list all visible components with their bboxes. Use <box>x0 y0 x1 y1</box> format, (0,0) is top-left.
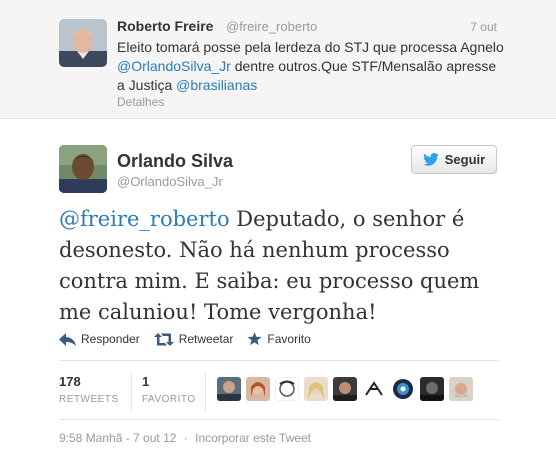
tweet-actions: Responder Retweetar Favorito <box>59 329 325 349</box>
stats-bottom-divider <box>59 419 499 420</box>
retweeter-avatar[interactable] <box>449 377 473 401</box>
retweeter-avatar[interactable] <box>391 377 415 401</box>
mention-freire-roberto[interactable]: @freire_roberto <box>59 207 230 231</box>
reply-label: Responder <box>81 332 140 346</box>
parent-tweet-text: Eleito tomará posse pela lerdeza do STJ … <box>117 38 507 95</box>
mention-brasilianas[interactable]: @brasilianas <box>176 77 257 93</box>
retweets-stat[interactable]: 178 RETWEETS <box>59 374 119 405</box>
embed-tweet-link[interactable]: Incorporar este Tweet <box>195 431 311 445</box>
stats-separator <box>131 372 132 412</box>
retweeter-avatar[interactable] <box>217 377 241 401</box>
footer-separator: · <box>183 431 188 445</box>
parent-author-name[interactable]: Roberto Freire <box>117 18 213 34</box>
stats-top-divider <box>59 360 499 361</box>
retweets-label: RETWEETS <box>59 394 119 405</box>
retweeter-avatar[interactable] <box>275 377 299 401</box>
tweet-text: @freire_roberto Deputado, o senhor é des… <box>59 204 499 328</box>
retweeter-avatar[interactable] <box>420 377 444 401</box>
retweets-count: 178 <box>59 374 81 389</box>
roberto-freire-avatar[interactable] <box>59 19 107 67</box>
retweet-label: Retweetar <box>178 332 234 346</box>
reply-icon <box>59 332 76 346</box>
parent-author-handle[interactable]: @freire_roberto <box>226 19 317 34</box>
parent-text-part1: Eleito tomará posse pela lerdeza do STJ … <box>117 39 504 55</box>
stats-separator <box>205 372 206 412</box>
favorite-button[interactable]: Favorito <box>247 332 311 346</box>
orlando-silva-avatar[interactable] <box>59 145 107 193</box>
retweet-icon <box>153 332 174 346</box>
retweeter-avatar[interactable] <box>246 377 270 401</box>
retweeter-avatars <box>217 377 473 401</box>
favorites-label: FAVORITO <box>142 394 196 405</box>
tweet-author-handle[interactable]: @OrlandoSilva_Jr <box>117 174 223 189</box>
parent-tweet: Roberto Freire @freire_roberto 7 out Ele… <box>0 0 556 119</box>
star-icon <box>247 332 262 346</box>
favorite-label: Favorito <box>267 332 311 346</box>
details-link[interactable]: Detalhes <box>117 95 164 109</box>
mention-orlandosilva[interactable]: @OrlandoSilva_Jr <box>117 58 231 74</box>
follow-button-label: Seguir <box>444 152 486 167</box>
retweet-button[interactable]: Retweetar <box>153 332 234 346</box>
follow-button[interactable]: Seguir <box>411 145 497 174</box>
reply-button[interactable]: Responder <box>59 332 140 346</box>
favorites-stat[interactable]: 1 FAVORITO <box>142 374 196 405</box>
retweeter-avatar[interactable] <box>362 377 386 401</box>
parent-timestamp[interactable]: 7 out <box>470 20 497 34</box>
favorites-count: 1 <box>142 374 150 389</box>
tweet-footer: 9:58 Manhã - 7 out 12 · Incorporar este … <box>59 431 315 445</box>
tweet-author-name[interactable]: Orlando Silva <box>117 151 233 172</box>
tweet-timestamp[interactable]: 9:58 Manhã - 7 out 12 <box>59 431 176 445</box>
retweeter-avatar[interactable] <box>304 377 328 401</box>
retweeter-avatar[interactable] <box>333 377 357 401</box>
twitter-bird-icon <box>422 153 439 166</box>
